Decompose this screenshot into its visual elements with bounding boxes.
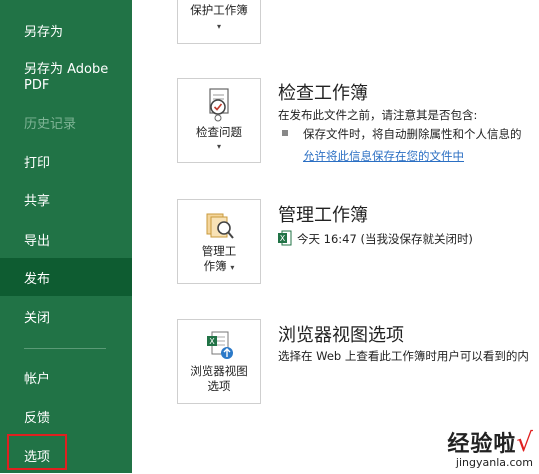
manage-workbook-label-1: 管理工	[201, 244, 237, 258]
inspect-workbook-description: 在发布此文件之前，请注意其是否包含:	[278, 108, 478, 122]
excel-file-icon: X	[278, 230, 292, 246]
nav-print[interactable]: 打印	[0, 142, 132, 180]
sidebar-divider	[24, 348, 106, 349]
nav-account[interactable]: 帐户	[0, 358, 132, 396]
backstage-sidebar: 另存为 另存为 Adobe PDF 历史记录 打印 共享 导出 发布 关闭 帐户…	[0, 0, 132, 473]
nav-history: 历史记录	[0, 103, 132, 141]
manage-versions-icon	[206, 213, 234, 239]
protect-workbook-label: 保护工作簿	[190, 3, 248, 17]
browser-view-label-2: 选项	[207, 379, 231, 393]
allow-save-info-link[interactable]: 允许将此信息保存在您的文件中	[303, 148, 464, 164]
watermark-text: 经验啦	[447, 432, 517, 457]
watermark-url: jingyanla.com	[455, 456, 533, 469]
browser-view-label-1: 浏览器视图	[190, 364, 248, 378]
nav-export[interactable]: 导出	[0, 220, 132, 258]
nav-publish[interactable]: 发布	[0, 258, 132, 296]
check-issues-button[interactable]: 检查问题 ▾	[177, 78, 261, 163]
browser-view-icon: X	[207, 331, 233, 359]
manage-workbook-label-2: 作簿 ▾	[178, 259, 260, 275]
watermark: 经验啦√ jingyanla.com	[447, 426, 533, 469]
nav-label: 发布	[24, 271, 51, 287]
manage-workbook-button[interactable]: 管理工 作簿 ▾	[177, 199, 261, 284]
nav-label: 共享	[24, 193, 51, 209]
inspect-workbook-title: 检查工作簿	[278, 83, 368, 104]
options-highlight-box	[7, 434, 67, 470]
chevron-down-icon: ▾	[216, 22, 221, 31]
bullet-icon	[282, 130, 288, 136]
chevron-down-icon: ▾	[230, 263, 235, 272]
nav-label: 另存为 Adobe PDF	[24, 62, 109, 93]
nav-label: 反馈	[24, 410, 51, 426]
publish-panel: 保护工作簿 ▾ 检查问题 ▾ 检查工作簿 在发布此文件之前，请注意其是否包含: …	[132, 0, 539, 473]
nav-label: 打印	[24, 155, 51, 171]
manage-workbook-title: 管理工作簿	[278, 205, 368, 226]
autosave-version-text[interactable]: 今天 16:47 (当我没保存就关闭时)	[297, 231, 473, 247]
nav-share[interactable]: 共享	[0, 180, 132, 218]
manage-workbook-label-2-text: 作簿	[203, 259, 227, 273]
nav-close[interactable]: 关闭	[0, 297, 132, 335]
nav-feedback[interactable]: 反馈	[0, 397, 132, 435]
check-issues-label: 检查问题	[196, 125, 242, 139]
svg-text:X: X	[280, 234, 286, 243]
nav-label: 关闭	[24, 310, 51, 326]
nav-label: 导出	[24, 233, 51, 249]
browser-view-description: 选择在 Web 上查看此工作簿时用户可以看到的内	[278, 349, 529, 363]
watermark-check: √	[516, 428, 533, 458]
inspect-document-icon	[209, 88, 229, 122]
svg-text:X: X	[209, 337, 215, 346]
inspect-bullet-text: 保存文件时，将自动删除属性和个人信息的	[303, 127, 522, 141]
nav-label: 帐户	[24, 371, 51, 387]
browser-view-options-button[interactable]: X 浏览器视图 选项	[177, 319, 261, 404]
browser-view-title: 浏览器视图选项	[278, 325, 404, 346]
nav-label: 历史记录	[24, 116, 77, 132]
nav-label: 另存为	[24, 24, 64, 40]
chevron-down-icon: ▾	[216, 142, 221, 151]
nav-save-as[interactable]: 另存为	[0, 11, 132, 49]
protect-workbook-button[interactable]: 保护工作簿 ▾	[177, 0, 261, 44]
watermark-title: 经验啦√	[447, 426, 533, 458]
